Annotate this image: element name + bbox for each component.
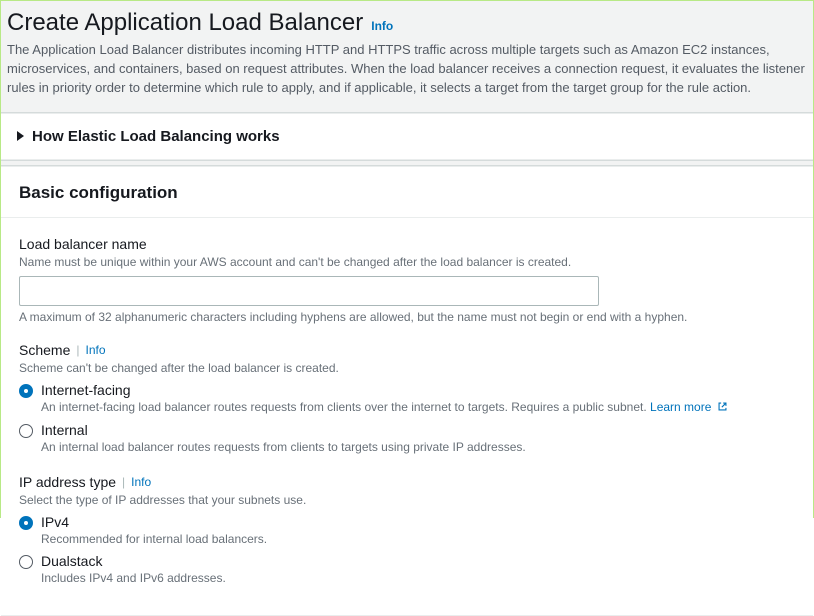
- basic-configuration-panel: Basic configuration Load balancer name N…: [1, 166, 813, 616]
- radio-content: Internal An internal load balancer route…: [41, 422, 795, 456]
- chevron-right-icon: [17, 131, 24, 141]
- lb-name-group: Load balancer name Name must be unique w…: [19, 236, 795, 324]
- page-description: The Application Load Balancer distribute…: [7, 41, 807, 98]
- learn-more-link[interactable]: Learn more: [650, 400, 728, 414]
- ip-type-group: IP address type | Info Select the type o…: [19, 474, 795, 588]
- radio-description: Includes IPv4 and IPv6 addresses.: [41, 570, 795, 587]
- ip-type-option-ipv4[interactable]: IPv4 Recommended for internal load balan…: [19, 514, 795, 548]
- scheme-help: Scheme can't be changed after the load b…: [19, 360, 795, 376]
- radio-label[interactable]: Internet-facing: [41, 382, 795, 398]
- radio-description: An internal load balancer routes request…: [41, 439, 795, 456]
- info-link-header[interactable]: Info: [371, 19, 393, 33]
- panel-body: Load balancer name Name must be unique w…: [1, 218, 813, 616]
- scheme-group: Scheme | Info Scheme can't be changed af…: [19, 342, 795, 456]
- ip-type-info-link[interactable]: Info: [131, 475, 151, 489]
- expandable-title: How Elastic Load Balancing works: [32, 128, 280, 145]
- radio-icon[interactable]: [19, 555, 33, 569]
- radio-description: Recommended for internal load balancers.: [41, 531, 795, 548]
- divider-pipe: |: [122, 475, 125, 489]
- lb-name-constraint: A maximum of 32 alphanumeric characters …: [19, 310, 795, 324]
- ip-type-label: IP address type: [19, 474, 116, 490]
- radio-description: An internet-facing load balancer routes …: [41, 399, 795, 416]
- page-title-row: Create Application Load Balancer Info: [7, 9, 807, 37]
- scheme-label-row: Scheme | Info: [19, 342, 795, 358]
- ip-type-option-dualstack[interactable]: Dualstack Includes IPv4 and IPv6 address…: [19, 553, 795, 587]
- radio-content: Dualstack Includes IPv4 and IPv6 address…: [41, 553, 795, 587]
- radio-icon[interactable]: [19, 384, 33, 398]
- scheme-label: Scheme: [19, 342, 70, 358]
- ip-type-help: Select the type of IP addresses that you…: [19, 492, 795, 508]
- panel-header: Basic configuration: [1, 167, 813, 218]
- lb-name-input[interactable]: [19, 276, 599, 306]
- header-section: Create Application Load Balancer Info Th…: [1, 1, 813, 113]
- panel-title: Basic configuration: [19, 183, 795, 203]
- radio-content: Internet-facing An internet-facing load …: [41, 382, 795, 416]
- lb-name-label: Load balancer name: [19, 236, 795, 252]
- radio-label[interactable]: Dualstack: [41, 553, 795, 569]
- ip-type-label-row: IP address type | Info: [19, 474, 795, 490]
- radio-label[interactable]: Internal: [41, 422, 795, 438]
- expandable-how-it-works[interactable]: How Elastic Load Balancing works: [1, 113, 813, 160]
- external-link-icon: [717, 401, 728, 412]
- radio-label[interactable]: IPv4: [41, 514, 795, 530]
- radio-content: IPv4 Recommended for internal load balan…: [41, 514, 795, 548]
- divider-pipe: |: [76, 343, 79, 357]
- scheme-option-internal[interactable]: Internal An internal load balancer route…: [19, 422, 795, 456]
- radio-desc-text: An internet-facing load balancer routes …: [41, 400, 647, 414]
- radio-icon[interactable]: [19, 424, 33, 438]
- scheme-option-internet-facing[interactable]: Internet-facing An internet-facing load …: [19, 382, 795, 416]
- scheme-info-link[interactable]: Info: [85, 343, 105, 357]
- page-title: Create Application Load Balancer: [7, 9, 363, 37]
- expandable-header[interactable]: How Elastic Load Balancing works: [17, 128, 797, 145]
- lb-name-help: Name must be unique within your AWS acco…: [19, 254, 795, 270]
